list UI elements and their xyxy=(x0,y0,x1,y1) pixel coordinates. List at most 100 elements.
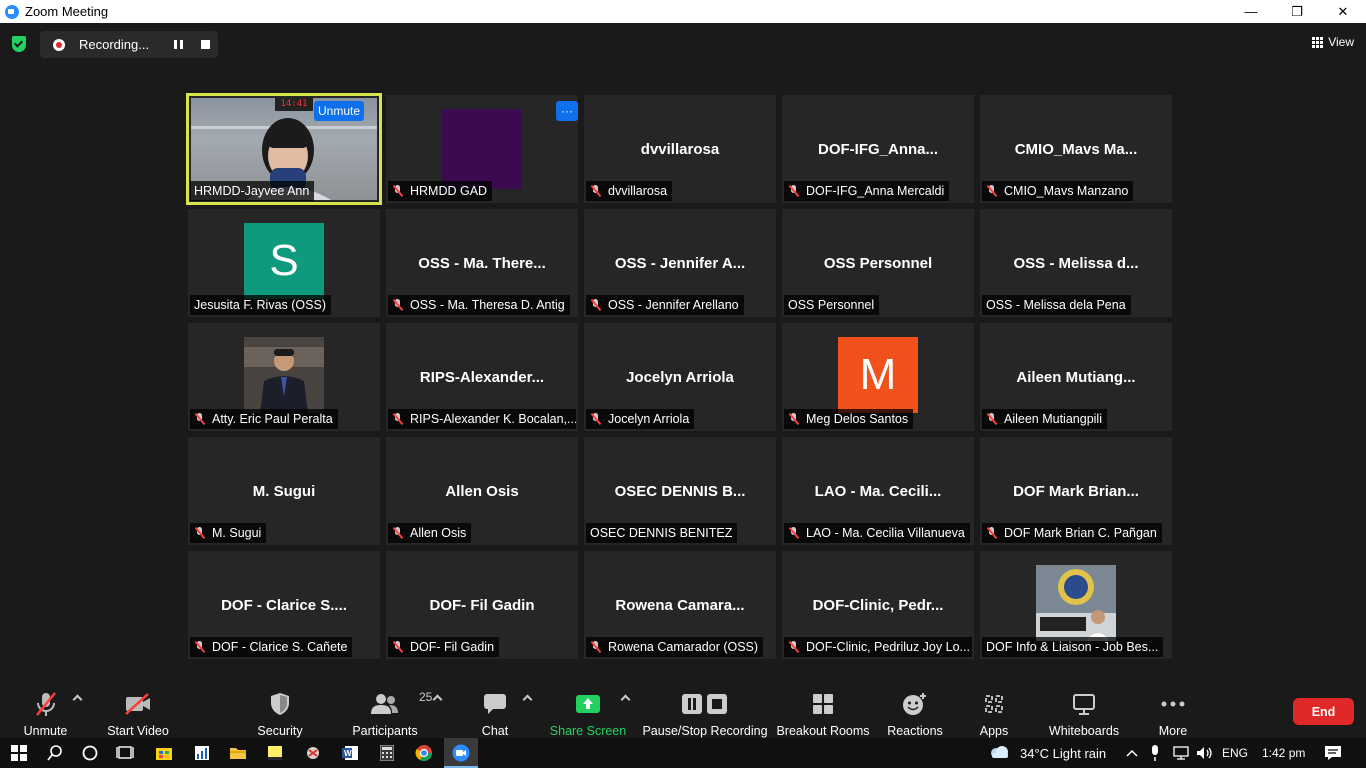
participant-tile[interactable]: DOF- Fil Gadin DOF- Fil Gadin xyxy=(386,551,578,659)
participant-name: RIPS-Alexander K. Bocalan,... xyxy=(410,412,576,426)
unmute-button[interactable]: Unmute xyxy=(18,682,73,738)
participant-name: OSS Personnel xyxy=(788,298,875,312)
participant-tile[interactable]: M Meg Delos Santos xyxy=(782,323,974,431)
participant-name: dvvillarosa xyxy=(608,184,668,198)
file-explorer-icon[interactable] xyxy=(227,742,249,764)
calculator-icon[interactable] xyxy=(376,742,398,764)
participant-name-tag: HRMDD-Jayvee Ann xyxy=(190,181,315,201)
participant-tile[interactable]: Aileen Mutiang... Aileen Mutiangpili xyxy=(980,323,1172,431)
participant-display-name: OSS Personnel xyxy=(823,255,933,272)
muted-mic-icon xyxy=(392,299,404,311)
muted-mic-icon xyxy=(590,641,602,653)
muted-mic-icon xyxy=(986,527,998,539)
audio-options-caret-icon[interactable] xyxy=(72,694,83,705)
encryption-shield-icon[interactable] xyxy=(12,36,26,52)
muted-mic-icon xyxy=(590,185,602,197)
tray-mic-icon[interactable] xyxy=(1150,738,1160,768)
breakout-rooms-button[interactable]: Breakout Rooms xyxy=(776,682,870,738)
participant-tile[interactable]: OSS - Ma. There... OSS - Ma. Theresa D. A… xyxy=(386,209,578,317)
share-screen-icon xyxy=(575,690,601,718)
participant-tile[interactable]: DOF - Clarice S.... DOF - Clarice S. Cañe… xyxy=(188,551,380,659)
participant-avatar: M xyxy=(838,337,918,413)
muted-mic-icon xyxy=(590,299,602,311)
share-screen-button[interactable]: Share Screen xyxy=(550,682,626,738)
security-button[interactable]: Security xyxy=(254,682,306,738)
chrome-icon[interactable] xyxy=(413,742,435,764)
participant-tile[interactable]: OSEC DENNIS B... OSEC DENNIS BENITEZ xyxy=(584,437,776,545)
participant-tile[interactable]: DOF-IFG_Anna... DOF-IFG_Anna Mercaldi xyxy=(782,95,974,203)
participant-name: OSS - Ma. Theresa D. Antig xyxy=(410,298,565,312)
word-app-icon[interactable]: W xyxy=(339,742,361,764)
participant-gallery: 14:41 HRMDD-Jayvee Ann HRMDD GAD dvvillaros… xyxy=(186,93,1178,665)
participant-tile[interactable]: OSS - Jennifer A... OSS - Jennifer Arella… xyxy=(584,209,776,317)
participant-tile[interactable]: Allen Osis Allen Osis xyxy=(386,437,578,545)
tray-chevron-icon[interactable] xyxy=(1126,738,1138,768)
participant-tile[interactable]: RIPS-Alexander... RIPS-Alexander K. Bocal… xyxy=(386,323,578,431)
input-language[interactable]: ENG xyxy=(1222,738,1248,768)
chart-app-icon[interactable] xyxy=(191,742,213,764)
apps-button[interactable]: Apps xyxy=(976,682,1012,738)
participant-display-name: M. Sugui xyxy=(252,483,316,500)
minimize-button[interactable]: — xyxy=(1228,0,1274,23)
participant-display-name: OSS - Jennifer A... xyxy=(614,255,746,272)
participant-tile[interactable]: DOF Info & Liaison - Job Bes... xyxy=(980,551,1172,659)
snipping-tool-icon[interactable] xyxy=(302,742,324,764)
participant-tile[interactable]: Atty. Eric Paul Peralta xyxy=(188,323,380,431)
pause-stop-recording-button[interactable]: Pause/Stop Recording xyxy=(642,682,768,738)
close-button[interactable]: ✕ xyxy=(1320,0,1366,23)
restore-button[interactable]: ❐ xyxy=(1274,0,1320,23)
pause-recording-icon[interactable] xyxy=(174,40,183,49)
participant-tile[interactable]: M. Sugui M. Sugui xyxy=(188,437,380,545)
network-icon[interactable] xyxy=(1172,738,1190,768)
participant-tile[interactable]: Rowena Camara... Rowena Camarador (OSS) xyxy=(584,551,776,659)
task-view-icon[interactable] xyxy=(114,742,136,764)
stop-recording-icon[interactable] xyxy=(201,40,210,49)
muted-mic-icon xyxy=(986,413,998,425)
search-icon[interactable] xyxy=(44,742,66,764)
participant-tile[interactable]: DOF Mark Brian... DOF Mark Brian C. Pañga… xyxy=(980,437,1172,545)
cortana-icon[interactable] xyxy=(79,742,101,764)
participant-name: Allen Osis xyxy=(410,526,467,540)
volume-icon[interactable] xyxy=(1196,738,1214,768)
more-button[interactable]: More xyxy=(1156,682,1190,738)
end-meeting-button[interactable]: End xyxy=(1293,698,1354,725)
participant-tile[interactable]: LAO - Ma. Cecili... LAO - Ma. Cecilia Vil… xyxy=(782,437,974,545)
participant-tile[interactable]: Jocelyn Arriola Jocelyn Arriola xyxy=(584,323,776,431)
os-taskbar: W 34°C Light rain ENG 1:42 pm xyxy=(0,738,1366,768)
weather-widget[interactable]: 34°C Light rain xyxy=(988,738,1106,768)
recording-dot-icon xyxy=(53,38,65,51)
chat-caret-icon[interactable] xyxy=(522,694,533,705)
zoom-taskbar-item[interactable] xyxy=(444,738,478,768)
participant-tile[interactable]: dvvillarosa dvvillarosa xyxy=(584,95,776,203)
system-clock[interactable]: 1:42 pm xyxy=(1262,738,1305,768)
zoom-taskbar-icon xyxy=(450,742,472,764)
start-video-button[interactable]: Start Video xyxy=(106,682,170,738)
participant-name: Rowena Camarador (OSS) xyxy=(608,640,759,654)
participant-tile[interactable]: DOF-Clinic, Pedr... DOF-Clinic, Pedriluz … xyxy=(782,551,974,659)
participant-name: DOF Info & Liaison - Job Bes... xyxy=(986,640,1159,654)
participants-caret-icon[interactable] xyxy=(432,694,443,705)
participant-tile[interactable]: OSS Personnel OSS Personnel xyxy=(782,209,974,317)
windows-start-icon[interactable] xyxy=(8,742,30,764)
participant-display-name: dvvillarosa xyxy=(640,141,720,158)
participant-tile[interactable]: S Jesusita F. Rivas (OSS) xyxy=(188,209,380,317)
participant-more-button[interactable]: ··· xyxy=(556,101,578,121)
notifications-icon[interactable] xyxy=(1324,738,1342,768)
participant-tile[interactable]: CMIO_Mavs Ma... CMIO_Mavs Manzano xyxy=(980,95,1172,203)
participant-avatar: S xyxy=(244,223,324,299)
reactions-button[interactable]: Reactions xyxy=(886,682,944,738)
ask-unmute-button[interactable]: Unmute xyxy=(314,101,364,121)
sticky-notes-icon[interactable] xyxy=(264,742,286,764)
participant-name: Jocelyn Arriola xyxy=(608,412,690,426)
participant-tile[interactable]: OSS - Melissa d... OSS - Melissa dela Pen… xyxy=(980,209,1172,317)
store-app-icon[interactable] xyxy=(153,742,175,764)
view-button[interactable]: View xyxy=(1312,35,1354,49)
whiteboards-button[interactable]: Whiteboards xyxy=(1046,682,1122,738)
participant-name-tag: DOF- Fil Gadin xyxy=(388,637,500,657)
participant-tile[interactable]: HRMDD GAD xyxy=(386,95,578,203)
chat-button[interactable]: Chat xyxy=(480,682,510,738)
muted-mic-icon xyxy=(194,413,206,425)
participant-name-tag: Atty. Eric Paul Peralta xyxy=(190,409,338,429)
participant-name: HRMDD GAD xyxy=(410,184,488,198)
participants-button[interactable]: 25 Participants xyxy=(352,682,432,738)
